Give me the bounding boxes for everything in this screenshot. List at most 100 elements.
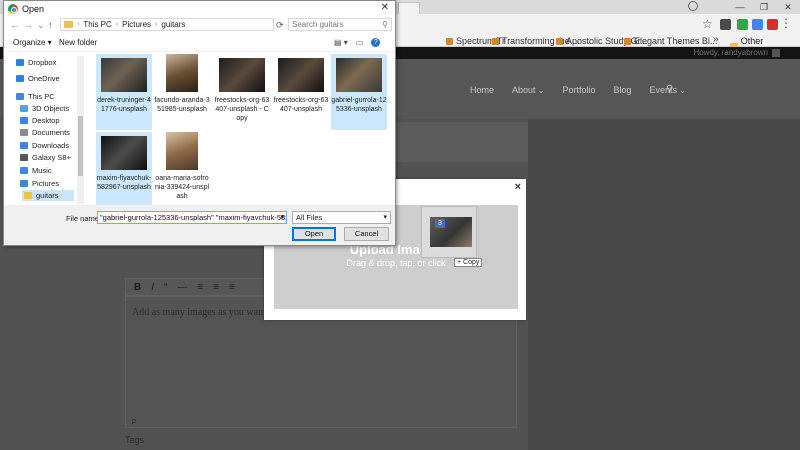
favicon-icon [492, 37, 499, 45]
search-icon[interactable]: ⚲ [666, 84, 673, 95]
recent-locations-icon[interactable]: ⌄ [37, 20, 45, 31]
file-thumbnail [166, 132, 198, 170]
desktop-icon [20, 117, 28, 124]
nav-blog[interactable]: Blog [614, 85, 632, 95]
documents-icon [20, 129, 28, 136]
file-thumbnail [278, 58, 324, 92]
pictures-icon [20, 180, 28, 187]
nav-item-this-pc[interactable]: This PC [16, 92, 55, 101]
scroll-thumb[interactable] [78, 116, 83, 176]
italic-button[interactable]: I [151, 282, 154, 293]
file-name: gabriel-gurrola-125336-unsplash [331, 97, 387, 113]
extension-icon[interactable] [752, 19, 763, 30]
file-item[interactable]: derek-truninger-41776-unsplash [96, 54, 152, 130]
nav-item-downloads[interactable]: Downloads [20, 141, 69, 150]
preview-pane-icon[interactable]: ▭ [356, 38, 364, 47]
file-item[interactable]: freestocks-org-63407-unsplash [273, 54, 329, 130]
command-bar: Organize ▾ New folder ▤ ▾ ▭ ? [4, 33, 395, 52]
file-item[interactable]: oana-maria-sofronia-339424-unsplash [154, 132, 210, 208]
nav-portfolio[interactable]: Portfolio [562, 85, 595, 95]
file-name: oana-maria-sofronia-339424-unsplash [154, 175, 210, 200]
close-icon[interactable]: ✕ [381, 2, 389, 13]
new-folder-button[interactable]: New folder [59, 38, 97, 47]
dropbox-icon [16, 59, 24, 66]
file-thumbnail [219, 58, 265, 92]
bookmark-item[interactable]: Elegant Themes Bl... [624, 36, 717, 46]
open-button[interactable]: Open [292, 227, 336, 241]
bookmark-star-icon[interactable]: ☆ [702, 17, 713, 31]
more-bookmarks-icon[interactable]: » [713, 34, 719, 45]
nav-item-pictures[interactable]: Pictures [20, 179, 59, 188]
file-item[interactable]: facundo-aranda-351985-unsplash [154, 54, 210, 130]
tags-label: Tags [125, 435, 145, 445]
file-name: freestocks-org-63407-unsplash [273, 97, 329, 113]
breadcrumb-item[interactable]: guitars [161, 20, 185, 29]
hr-button[interactable]: — [177, 282, 187, 293]
close-icon[interactable]: × [515, 181, 521, 193]
file-type-select[interactable]: All Files ▾ [292, 211, 391, 224]
organize-button[interactable]: Organize ▾ [13, 38, 52, 47]
nav-home[interactable]: Home [470, 85, 494, 95]
breadcrumb-item[interactable]: Pictures [122, 20, 151, 29]
file-item[interactable]: freestocks-org-63407-unsplash - Copy [214, 54, 270, 130]
nav-item-music[interactable]: Music [20, 166, 52, 175]
forward-arrow-icon[interactable]: → [24, 20, 33, 30]
folder-icon [64, 21, 73, 28]
chevron-down-icon: ▾ [383, 214, 387, 221]
bold-button[interactable]: B [134, 282, 141, 293]
dialog-title: Open [22, 4, 45, 14]
file-name: freestocks-org-63407-unsplash - Copy [214, 97, 270, 122]
address-row: ← → ⌄ ↑ › This PC › Pictures › guitars ⟳… [4, 17, 395, 33]
file-name: maxim-fiyavchuk-582967-unsplash [96, 175, 152, 191]
file-item[interactable]: maxim-fiyavchuk-582967-unsplash [96, 132, 152, 208]
nav-item-3d-objects[interactable]: 3D Objects [20, 104, 69, 113]
folder-icon [24, 192, 32, 199]
refresh-icon[interactable]: ⟳ [276, 20, 284, 31]
extension-icon[interactable] [737, 19, 748, 30]
extension-icon[interactable] [720, 19, 731, 30]
music-icon [20, 167, 28, 174]
browser-tab[interactable] [398, 2, 420, 14]
copy-cursor-badge: + Copy [454, 258, 483, 267]
back-arrow-icon[interactable]: ← [10, 20, 19, 30]
dialog-footer: File name: "gabriel-gurrola-125336-unspl… [4, 205, 395, 245]
align-right-button[interactable]: ≡ [229, 282, 235, 293]
cancel-button[interactable]: Cancel [344, 227, 389, 241]
quote-button[interactable]: “ [164, 282, 167, 293]
nav-scrollbar[interactable] [77, 56, 84, 204]
avatar [772, 49, 780, 57]
extension-icon[interactable] [767, 19, 778, 30]
computer-icon [16, 93, 24, 100]
file-item[interactable]: gabriel-gurrola-125336-unsplash [331, 54, 387, 130]
sidebar [528, 119, 800, 450]
file-thumbnail [166, 54, 198, 92]
profile-icon[interactable] [688, 1, 698, 11]
drag-count-badge: 3 [435, 219, 445, 228]
file-name-input[interactable]: "gabriel-gurrola-125336-unsplash" "maxim… [97, 211, 287, 224]
align-left-button[interactable]: ≡ [197, 282, 203, 293]
nav-item-desktop[interactable]: Desktop [20, 116, 60, 125]
close-window-icon[interactable]: ✕ [776, 2, 800, 13]
file-thumbnail [101, 58, 147, 92]
howdy-text[interactable]: Howdy, randyabrown [693, 48, 768, 57]
up-arrow-icon[interactable]: ↑ [48, 20, 53, 30]
maximize-icon[interactable]: ❐ [752, 2, 776, 13]
nav-item-onedrive[interactable]: OneDrive [16, 74, 60, 83]
minimize-icon[interactable]: — [728, 2, 752, 12]
chevron-down-icon[interactable]: ▾ [280, 212, 284, 223]
window-controls: — ❐ ✕ [728, 0, 800, 14]
nav-item-documents[interactable]: Documents [20, 128, 70, 137]
file-name: derek-truninger-41776-unsplash [97, 97, 151, 113]
nav-item-galaxy[interactable]: Galaxy S8+ [20, 153, 71, 162]
nav-item-dropbox[interactable]: Dropbox [16, 58, 56, 67]
breadcrumb-item[interactable]: This PC [83, 20, 111, 29]
editor-path: p [132, 418, 136, 425]
help-icon[interactable]: ? [371, 38, 381, 47]
align-center-button[interactable]: ≡ [213, 282, 219, 293]
nav-about[interactable]: About [512, 85, 544, 95]
nav-item-guitars[interactable]: guitars [22, 190, 74, 201]
view-mode-icon[interactable]: ▤ ▾ [334, 38, 348, 47]
search-input[interactable]: Search guitars ⚲ [288, 18, 392, 31]
browser-menu-icon[interactable]: ⋮ [780, 16, 792, 30]
breadcrumb[interactable]: › This PC › Pictures › guitars [60, 18, 274, 31]
